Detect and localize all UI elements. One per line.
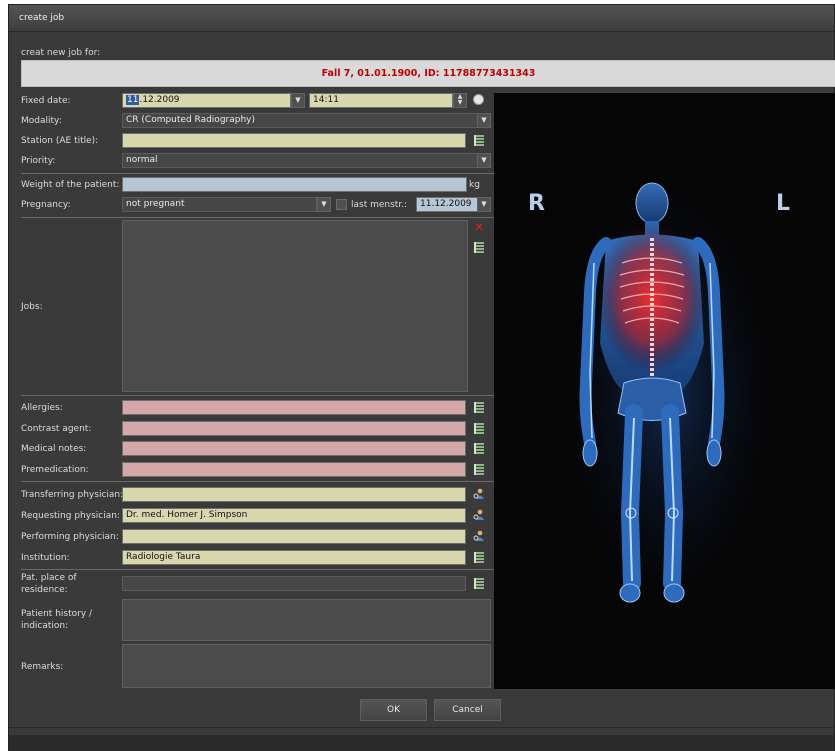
history-textarea[interactable] (122, 599, 491, 641)
body-figure (549, 153, 789, 633)
pregnancy-label: Pregnancy: (21, 200, 71, 210)
institution-field[interactable]: Radiologie Taura (122, 550, 466, 565)
footer-divider (9, 727, 834, 728)
modality-select[interactable]: CR (Computed Radiography) (122, 113, 478, 128)
last-menstr-checkbox[interactable] (336, 199, 347, 210)
residence-label: Pat. place of residence: (21, 573, 77, 595)
separator (21, 395, 499, 396)
pregnancy-dropdown-icon[interactable]: ▼ (317, 197, 331, 212)
pregnancy-select[interactable]: not pregnant (122, 197, 317, 212)
status-strip (9, 735, 834, 751)
person-search-icon[interactable] (473, 488, 485, 500)
date-rest: .12.2009 (139, 95, 180, 105)
list-icon[interactable] (474, 443, 484, 454)
clock-icon[interactable] (473, 94, 484, 105)
date-dropdown-icon[interactable]: ▼ (291, 93, 305, 108)
remarks-label: Remarks: (21, 662, 64, 672)
contrast-field[interactable] (122, 421, 466, 436)
requesting-label: Requesting physician: (21, 511, 120, 521)
time-spinner-icon[interactable]: ▲ ▼ (453, 93, 467, 108)
medical-notes-label: Medical notes: (21, 444, 87, 454)
last-menstr-dropdown-icon[interactable]: ▼ (477, 197, 491, 212)
list-icon[interactable] (474, 242, 484, 253)
remove-icon[interactable]: ✕ (474, 220, 484, 234)
priority-select[interactable]: normal (122, 153, 478, 168)
create-job-dialog: create job creat new job for: Fall 7, 01… (8, 4, 835, 751)
list-icon[interactable] (474, 578, 484, 589)
fixed-date-field[interactable]: 11.12.2009 (122, 93, 291, 108)
history-label: Patient history / indication: (21, 609, 93, 631)
title-bar[interactable]: create job (9, 5, 834, 32)
weight-label: Weight of the patient: (21, 180, 120, 190)
priority-dropdown-icon[interactable]: ▼ (477, 153, 491, 168)
jobs-label: Jobs: (21, 302, 43, 312)
right-side-marker: R (528, 191, 545, 216)
separator (21, 217, 499, 218)
contrast-label: Contrast agent: (21, 424, 92, 434)
weight-unit: kg (469, 180, 480, 190)
subtitle: creat new job for: (21, 48, 101, 58)
list-icon[interactable] (474, 464, 484, 475)
medical-notes-field[interactable] (122, 441, 466, 456)
remarks-textarea[interactable] (122, 644, 491, 688)
list-icon[interactable] (474, 402, 484, 413)
transferring-label: Transferring physician: (21, 490, 124, 500)
allergies-label: Allergies: (21, 403, 63, 413)
modality-dropdown-icon[interactable]: ▼ (477, 113, 491, 128)
station-label: Station (AE title): (21, 136, 99, 146)
performing-field[interactable] (122, 529, 466, 544)
weight-field[interactable] (122, 177, 467, 192)
station-field[interactable] (122, 133, 466, 148)
cancel-button[interactable]: Cancel (434, 699, 501, 721)
body-xray-image[interactable]: R L (494, 93, 835, 689)
person-search-icon[interactable] (473, 509, 485, 521)
patient-banner: Fall 7, 01.01.1900, ID: 11788773431343 (21, 60, 835, 87)
premedication-field[interactable] (122, 462, 466, 477)
institution-label: Institution: (21, 553, 70, 563)
window-title: create job (19, 13, 65, 23)
allergies-field[interactable] (122, 400, 466, 415)
time-field[interactable]: 14:11 (309, 93, 453, 108)
residence-field[interactable] (122, 576, 466, 591)
person-search-icon[interactable] (473, 530, 485, 542)
date-selected-part: 11 (126, 95, 140, 105)
list-icon[interactable] (474, 135, 484, 146)
jobs-list[interactable] (122, 220, 468, 392)
fixed-date-label: Fixed date: (21, 96, 71, 106)
performing-label: Performing physician: (21, 532, 119, 542)
transferring-field[interactable] (122, 487, 466, 502)
last-menstr-date[interactable]: 11.12.2009 (416, 197, 478, 212)
list-icon[interactable] (474, 552, 484, 563)
list-icon[interactable] (474, 423, 484, 434)
ok-button[interactable]: OK (360, 699, 427, 721)
separator (21, 569, 499, 570)
modality-label: Modality: (21, 116, 62, 126)
left-side-marker: L (776, 191, 791, 216)
separator (21, 481, 499, 482)
premedication-label: Premedication: (21, 465, 89, 475)
priority-label: Priority: (21, 156, 56, 166)
last-menstr-label: last menstr.: (351, 200, 408, 210)
separator (21, 173, 499, 174)
requesting-field[interactable]: Dr. med. Homer J. Simpson (122, 508, 466, 523)
